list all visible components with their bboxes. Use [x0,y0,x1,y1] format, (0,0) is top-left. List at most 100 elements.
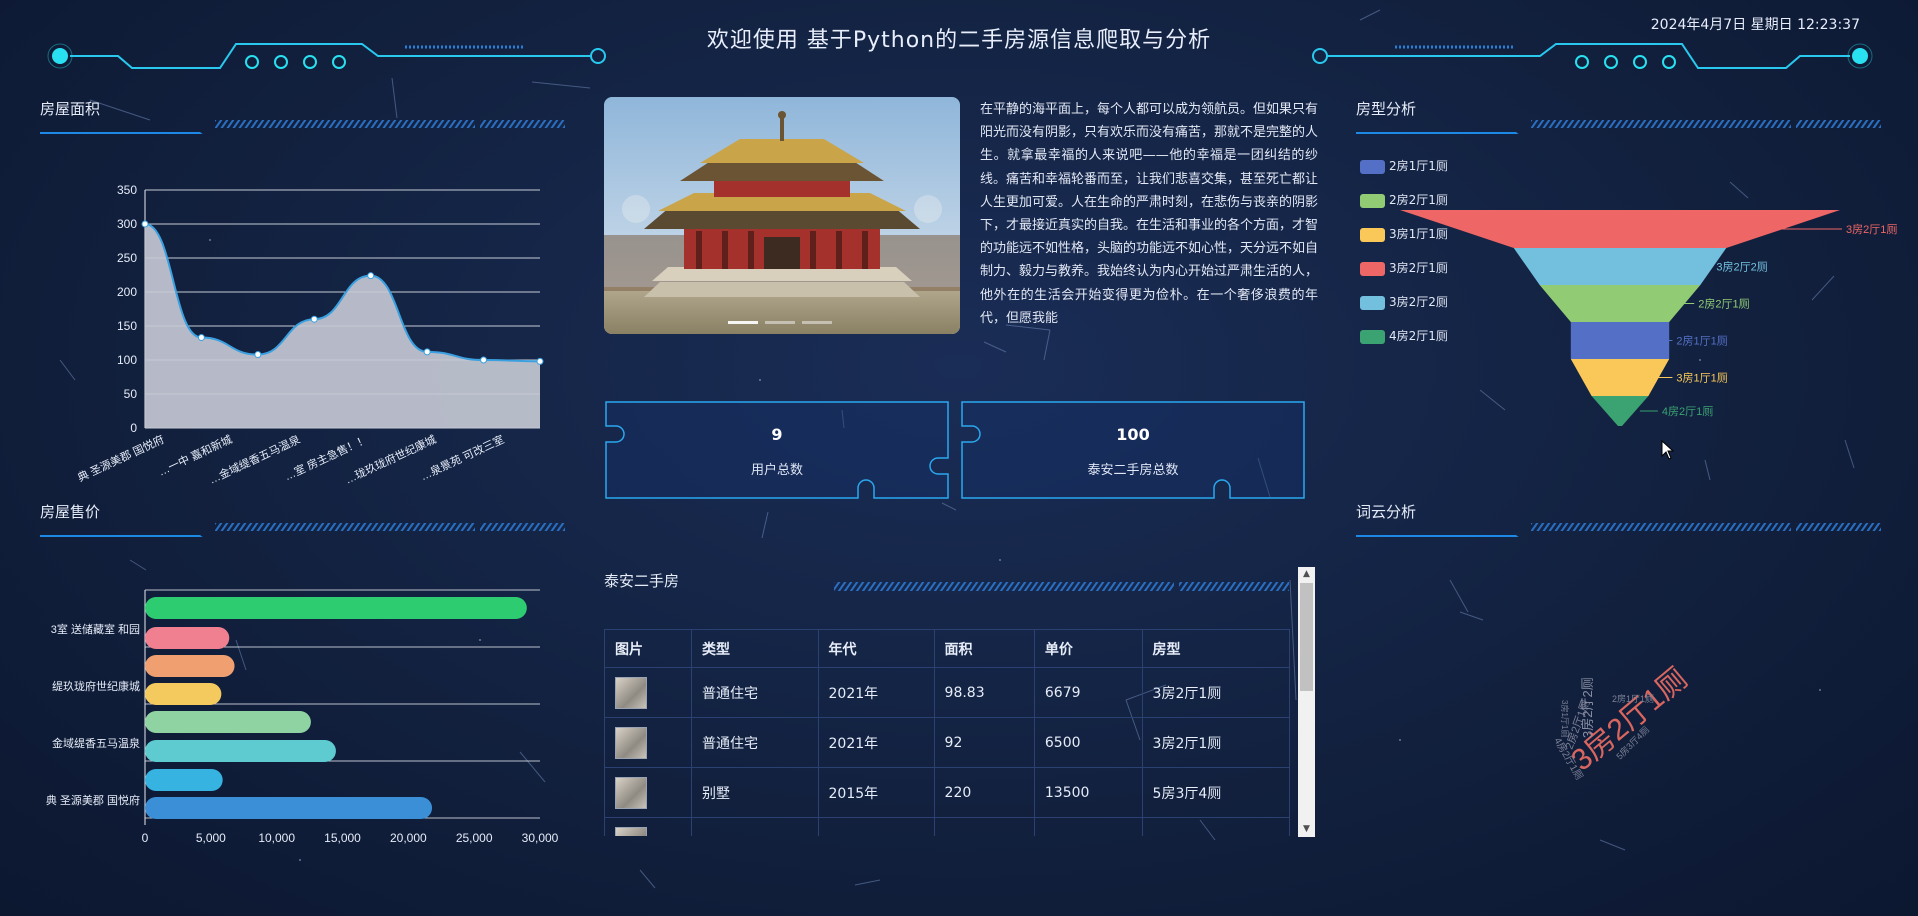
legend-swatch [1360,227,1385,242]
table-cell: 3房2厅1厕 [1141,667,1290,718]
datetime-display: 2024年4月7日 星期日 12:23:37 [1650,17,1860,33]
listing-table: 图片 类型 年代 面积 单价 房型 普通住宅 2021年 98.83 6679 … [604,629,1290,836]
y-tick-label: 350 [117,183,137,197]
mouse-cursor-icon [1661,440,1675,460]
section-title-house-type: 房型分析 [1356,100,1417,118]
x-tick-label: 0 [142,831,149,845]
data-point [310,315,318,323]
section-title-area: 房屋面积 [40,100,101,118]
table-cell: 98.83 [933,667,1035,718]
section-title-wordcloud: 词云分析 [1356,503,1417,521]
bar [145,597,527,619]
y-category-label: 金域缇香五马温泉 [52,736,140,750]
data-point [423,348,431,356]
scrollbar-thumb[interactable] [1300,583,1313,691]
house-thumbnail[interactable] [604,717,693,768]
wordcloud-word: 2房1厅1厕 [1612,693,1654,704]
x-tick-label: 25,000 [456,831,493,845]
image-carousel[interactable] [604,97,960,334]
y-tick-label: 250 [117,251,137,265]
table-cell: 普通住宅 [691,717,819,768]
funnel-label: 2房1厅1厕 [1676,335,1727,348]
section-bar-price [40,523,565,537]
legend-swatch [1360,295,1385,310]
area-chart: 050100150200250300350典 圣源美郡 国悦府…一中 嘉和新城…… [75,183,544,487]
wordcloud: 3房2厅1厕 3房2厅2厕 2房2厅1厕 4房2厅1厕 2房1厅1厕 5房3厅4… [1551,662,1693,782]
table-cell: 6679 [1033,667,1143,718]
section-bar-wordcloud [1356,523,1881,537]
column-header: 类型 [691,629,819,668]
table-row[interactable]: 别墅 2015年 220 13500 5房3厅4厕 [604,767,1290,818]
scroll-up-arrow-icon[interactable]: ▲ [1298,567,1315,582]
x-tick-label: 典 圣源美郡 国悦府 [75,432,166,484]
y-category-label: 典 圣源美郡 国悦府 [46,793,140,807]
x-tick-label: 10,000 [258,831,295,845]
bar [145,797,433,819]
stat-card-frame [961,401,1305,499]
table-cell: 别墅 [691,767,819,818]
price-chart: 3室 送储藏室 和园缇玖珑府世纪康城金域缇香五马温泉典 圣源美郡 国悦府 0 5,0… [46,589,559,845]
page-title: 欢迎使用 基于Python的二手房源信息爬取与分析 [706,28,1212,53]
table-scrollbar[interactable]: ▲ ▼ [1298,567,1315,837]
section-bar-area [40,120,565,134]
funnel-slice [1570,322,1670,359]
y-tick-label: 0 [130,421,137,435]
table-cell: 2015年 [817,767,935,818]
funnel-label: 2房2厅1厕 [1698,298,1749,311]
funnel-label: 3房1厅1厕 [1676,372,1727,385]
legend-label: 2房1厅1厕 [1389,159,1448,173]
legend-swatch [1360,329,1385,344]
data-point [480,356,488,364]
x-tick-label: 5,000 [196,831,226,845]
scroll-down-arrow-icon[interactable]: ▼ [1298,822,1315,837]
listing-table-container[interactable]: 图片 类型 年代 面积 单价 房型 普通住宅 2021年 98.83 6679 … [604,629,1290,836]
data-point [197,334,205,342]
table-cell: 普通住宅 [691,667,819,718]
table-row[interactable]: 普通住宅 2021年 92 6500 3房2厅1厕 [604,717,1290,768]
table-cell [1141,817,1290,836]
y-category-label: 3室 送储藏室 和园 [51,622,140,636]
data-point [141,220,149,228]
stat-value: 9 [771,425,783,444]
legend-swatch [1360,261,1385,276]
thumbnail-image [615,776,647,809]
table-row[interactable] [604,817,1290,836]
house-thumbnail[interactable] [604,767,693,818]
funnel-chart: 3房2厅1厕 3房2厅2厕 2房2厅1厕 2房1厅1厕 3房1厅1厕 4房2厅1厕 [1400,210,1897,426]
y-category-label: 缇玖珑府世纪康城 [52,679,140,693]
house-thumbnail[interactable] [604,817,693,836]
funnel-label: 4房2厅1厕 [1662,405,1713,418]
bar [145,769,223,791]
data-point [367,272,375,280]
house-thumbnail[interactable] [604,667,693,718]
column-header: 面积 [933,629,1035,668]
section-bar-listing [834,582,1289,591]
table-header-row: 图片 类型 年代 面积 单价 房型 [604,629,1290,668]
data-point [536,357,544,365]
y-tick-label: 100 [117,353,137,367]
thumbnail-image [615,676,647,709]
stat-label: 用户总数 [750,463,803,478]
table-cell: 13500 [1033,767,1143,818]
column-header: 房型 [1141,629,1290,668]
x-tick-label: 20,000 [390,831,427,845]
stat-value: 100 [1116,425,1150,444]
table-cell: 3房2厅1厕 [1141,717,1290,768]
intro-paragraph: 在平静的海平面上，每个人都可以成为领航员。但如果只有阳光而没有阴影，只有欢乐而没… [980,102,1319,326]
table-cell: 92 [933,717,1035,768]
table-cell: 6500 [1033,717,1143,768]
funnel-slice [1570,359,1670,396]
table-cell: 2021年 [817,717,935,768]
section-bar-house-type [1356,120,1881,134]
data-point [254,351,262,359]
stat-card-listings: 100 泰安二手房总数 [960,400,1306,500]
table-row[interactable]: 普通住宅 2021年 98.83 6679 3房2厅1厕 [604,667,1290,718]
stat-label: 泰安二手房总数 [1087,463,1179,478]
legend-item[interactable]: 2房1厅1厕 [1360,158,1448,174]
bar [145,655,235,677]
y-tick-label: 200 [117,285,137,299]
bar [145,683,222,705]
stat-card-users: 9 用户总数 [604,400,950,500]
bar [145,711,311,733]
funnel-label: 3房2厅1厕 [1846,223,1897,236]
